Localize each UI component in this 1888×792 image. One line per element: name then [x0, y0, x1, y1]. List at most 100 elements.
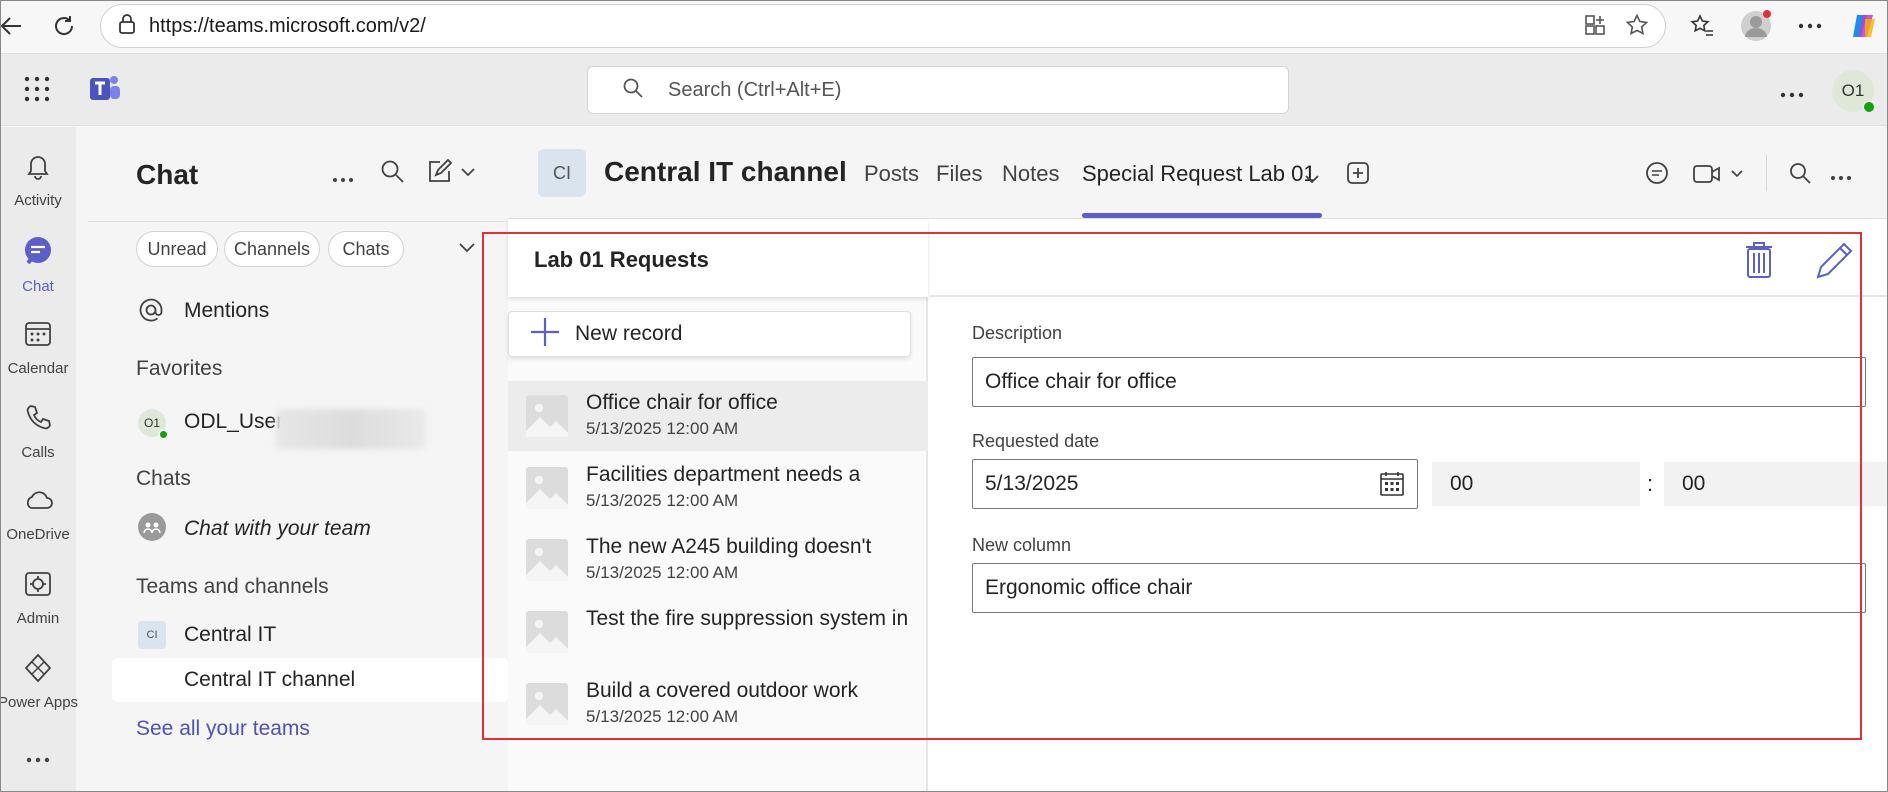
filter-chats[interactable]: Chats [328, 231, 404, 267]
url-text: https://teams.microsoft.com/v2/ [149, 14, 426, 37]
image-placeholder-icon [526, 611, 568, 653]
time-separator: : [1647, 471, 1654, 496]
presence-available-icon [1862, 100, 1876, 114]
new-record-button[interactable]: New record [508, 311, 911, 357]
avatar-initials: O1 [143, 416, 160, 430]
channel-title: Central IT channel [604, 156, 847, 187]
mentions-item[interactable]: Mentions [184, 299, 269, 323]
rail-label: Chat [22, 278, 54, 295]
add-tab-icon[interactable] [1346, 161, 1370, 190]
record-title: Facilities department needs a [586, 463, 861, 486]
list-item[interactable]: The new A245 building doesn't 5/13/2025 … [508, 525, 928, 595]
records-list-pane: Lab 01 Requests New record Office chair … [508, 219, 928, 792]
list-item[interactable]: Office chair for office 5/13/2025 12:00 … [508, 381, 928, 451]
team-group-icon [138, 513, 166, 541]
calendar-picker-icon[interactable] [1379, 471, 1405, 503]
favorite-avatar: O1 [138, 409, 169, 440]
power-app-canvas: Lab 01 Requests New record Office chair … [508, 219, 1888, 792]
chat-more-icon[interactable] [332, 171, 354, 189]
description-label: Description [972, 323, 1063, 343]
user-avatar[interactable]: O1 [1832, 70, 1876, 114]
team-initials: CI [146, 629, 158, 641]
record-title: Office chair for office [586, 391, 778, 414]
hour-dropdown[interactable]: 00 [1432, 462, 1640, 506]
more-apps-icon[interactable] [26, 751, 50, 769]
list-title: Lab 01 Requests [534, 247, 709, 272]
refresh-icon[interactable] [46, 8, 82, 44]
more-options-icon[interactable] [1780, 86, 1804, 104]
chats-header[interactable]: Chats [136, 467, 191, 491]
teams-header: Search (Ctrl+Alt+E) O1 [0, 54, 1888, 126]
app-available-icon[interactable] [1583, 13, 1607, 42]
rail-item-calendar[interactable]: Calendar [0, 305, 76, 385]
tab-chevron-down-icon[interactable] [1304, 171, 1320, 189]
channel-search-icon[interactable] [1788, 161, 1812, 190]
app-launcher-icon[interactable] [24, 76, 50, 107]
requested-date-picker[interactable]: 5/13/2025 [972, 459, 1418, 509]
bell-icon [23, 151, 53, 186]
tab-notes[interactable]: Notes [1002, 161, 1059, 187]
rail-item-calls[interactable]: Calls [0, 389, 76, 469]
favorites-header[interactable]: Favorites [136, 357, 222, 381]
rail-label: Calendar [7, 360, 69, 377]
channel-header: CI Central IT channel Posts Files Notes … [508, 127, 1888, 219]
delete-trash-icon[interactable] [1744, 241, 1774, 284]
list-header: Lab 01 Requests [508, 219, 928, 297]
rail-label: Admin [16, 610, 60, 627]
copilot-icon[interactable] [1846, 8, 1882, 44]
teams-channels-header[interactable]: Teams and channels [136, 575, 329, 599]
favorite-user-item[interactable]: ODL_User [184, 410, 283, 434]
plus-icon [529, 316, 561, 353]
record-date: 5/13/2025 12:00 AM [586, 491, 739, 510]
search-input[interactable]: Search (Ctrl+Alt+E) [587, 66, 1289, 114]
rail-item-activity[interactable]: Activity [0, 137, 76, 217]
rail-item-admin[interactable]: Admin [0, 555, 76, 635]
new-chat-icon[interactable] [426, 158, 476, 190]
date-value: 5/13/2025 [985, 472, 1079, 495]
address-bar[interactable]: https://teams.microsoft.com/v2/ [100, 4, 1666, 48]
image-placeholder-icon [526, 539, 568, 581]
edit-pencil-icon[interactable] [1814, 241, 1854, 286]
channel-more-icon[interactable] [1830, 169, 1852, 187]
new-column-label: New column [972, 535, 1072, 555]
rail-item-onedrive[interactable]: OneDrive [0, 471, 76, 551]
minute-dropdown[interactable]: 00 [1664, 462, 1888, 506]
chat-title: Chat [136, 159, 199, 190]
browser-menu-icon[interactable] [1792, 8, 1828, 44]
chat-search-icon[interactable] [380, 159, 406, 190]
filter-channels[interactable]: Channels [224, 231, 320, 267]
power-apps-icon [22, 653, 54, 688]
favorites-icon[interactable] [1684, 8, 1720, 44]
team-item-central-it[interactable]: Central IT [184, 623, 276, 647]
record-title: Test the fire suppression system in [586, 607, 909, 630]
phone-icon [23, 403, 53, 438]
back-arrow-icon[interactable] [0, 8, 30, 44]
chevron-down-icon[interactable] [458, 241, 476, 259]
image-placeholder-icon [526, 467, 568, 509]
requested-date-label: Requested date [972, 431, 1100, 451]
description-input[interactable]: Office chair for office [972, 357, 1866, 407]
rail-item-chat[interactable]: Chat [0, 221, 76, 301]
video-call-icon[interactable] [1692, 163, 1744, 190]
search-icon [622, 77, 644, 104]
divider [1766, 155, 1767, 191]
divider [88, 221, 508, 222]
conversation-icon[interactable] [1644, 161, 1670, 192]
rail-label: Activity [14, 192, 62, 209]
tab-special-request[interactable]: Special Request Lab 01 [1082, 161, 1316, 187]
teams-logo-icon [88, 72, 122, 111]
favorite-star-icon[interactable] [1625, 13, 1649, 42]
list-item[interactable]: Facilities department needs a 5/13/2025 … [508, 453, 928, 523]
tab-posts[interactable]: Posts [864, 161, 919, 187]
lock-icon [117, 13, 137, 40]
see-all-teams-link[interactable]: See all your teams [136, 717, 310, 741]
rail-item-power-apps[interactable]: Power Apps [0, 639, 78, 719]
browser-toolbar: https://teams.microsoft.com/v2/ [0, 0, 1888, 54]
tab-files[interactable]: Files [936, 161, 982, 187]
list-item[interactable]: Test the fire suppression system in [508, 597, 928, 667]
profile-icon[interactable] [1738, 8, 1774, 44]
chat-with-team-item[interactable]: Chat with your team [184, 517, 371, 541]
filter-unread[interactable]: Unread [136, 231, 218, 267]
list-item[interactable]: Build a covered outdoor work 5/13/2025 1… [508, 669, 928, 739]
new-column-input[interactable]: Ergonomic office chair [972, 563, 1866, 613]
